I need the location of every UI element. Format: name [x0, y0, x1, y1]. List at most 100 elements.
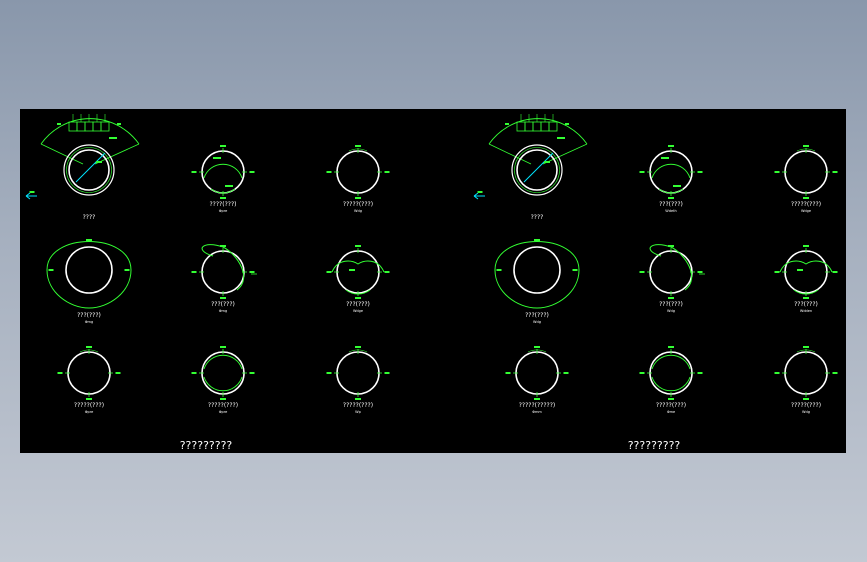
dimension-text-mark — [355, 245, 361, 247]
dimension-text-mark — [639, 271, 645, 273]
pipe-outer-circle — [63, 144, 115, 196]
detail-title: ???(???) — [659, 301, 683, 308]
pipe-circle — [784, 250, 828, 294]
detail-title: ?????(?????) — [519, 402, 556, 409]
fan-segment — [84, 121, 94, 132]
detail-subtitle: Φpre — [219, 410, 228, 414]
detail-cell: ???(???)Wdge — [326, 245, 390, 313]
dimension-text-mark — [86, 346, 92, 348]
detail-title: ?????(???) — [343, 402, 373, 409]
dimension-text-mark — [349, 269, 355, 271]
detail-cell: ?????(???)Wdg — [326, 145, 390, 213]
detail-cell: ?????(???)Wdge — [774, 145, 838, 213]
dimension-text-mark — [832, 372, 838, 374]
dimension-text-mark — [797, 269, 803, 271]
detail-cell: ?????(???)Φme — [639, 346, 703, 414]
dimension-text-mark — [109, 137, 117, 139]
dimension-text-mark — [57, 123, 61, 125]
detail-subtitle: Φpre — [219, 209, 228, 213]
dimension-text-mark — [496, 269, 502, 271]
detail-cell: ???? — [473, 114, 588, 221]
dimension-text-mark — [565, 123, 569, 125]
pipe-circle — [67, 351, 111, 395]
detail-subtitle: Wdg — [667, 309, 675, 313]
dimension-text-mark — [355, 145, 361, 147]
detail-subtitle: Φmg — [219, 309, 227, 313]
dimension-text-mark — [668, 145, 674, 147]
dimension-text-mark — [661, 157, 669, 159]
dimension-text-mark — [697, 271, 703, 273]
dimension-text-mark — [57, 372, 63, 374]
fan-segment — [68, 121, 78, 132]
detail-subtitle: Wdge — [353, 309, 363, 313]
detail-subtitle: Φpre — [85, 410, 94, 414]
detail-cell: ???? — [25, 114, 140, 221]
detail-subtitle: Φmm — [532, 410, 542, 414]
dimension-text-mark — [29, 191, 35, 193]
pipe-circle — [201, 150, 245, 194]
dimension-text-mark — [124, 269, 130, 271]
pipe-lining-circle — [514, 147, 560, 193]
egg-lining — [46, 241, 132, 309]
pipe-circle — [336, 250, 380, 294]
detail-subtitle: Wdden — [800, 309, 812, 313]
dimension-text-mark — [355, 398, 361, 400]
dimension-text-mark — [220, 346, 226, 348]
cad-drawing-svg: ????????(???)Φpre?????(???)Wdg???(???)Φm… — [25, 114, 838, 452]
detail-subtitle: Wdge — [801, 209, 811, 213]
saddle-outline — [779, 260, 833, 273]
fan-segment — [76, 121, 86, 132]
dimension-text-mark — [803, 245, 809, 247]
dimension-text-mark — [86, 239, 92, 241]
pipe-circle — [336, 150, 380, 194]
dimension-text-mark — [355, 346, 361, 348]
dimension-text-mark — [668, 346, 674, 348]
detail-cell: ???(???)Wdg — [494, 239, 580, 324]
detail-title: ???(???) — [211, 301, 235, 308]
dimension-text-mark — [673, 185, 681, 187]
fan-segment — [540, 121, 550, 132]
pipe-circle — [649, 150, 693, 194]
cad-drawing-canvas: ???? ????(???) Φpre ?????(???) Wdg ???(???) Φm… — [20, 109, 846, 453]
dimension-text-mark — [803, 145, 809, 147]
dimension-text-mark — [326, 271, 332, 273]
radius-leader — [75, 152, 106, 183]
dimension-text-mark — [96, 161, 102, 163]
dimension-text-mark — [832, 271, 838, 273]
detail-subtitle: Wdg — [802, 410, 810, 414]
detail-cell: ?????(???)Wp — [326, 346, 390, 414]
pipe-circle — [649, 351, 693, 395]
dimension-text-mark — [557, 137, 565, 139]
pipe-circle — [515, 351, 559, 395]
pipe-circle — [649, 250, 693, 294]
detail-title: ?????(???) — [343, 201, 373, 208]
pipe-circle — [784, 351, 828, 395]
dimension-text-mark — [774, 171, 780, 173]
dimension-text-mark — [355, 197, 361, 199]
dimension-text-mark — [220, 297, 226, 299]
dimension-text-mark — [639, 171, 645, 173]
radius-leader — [523, 152, 554, 183]
dimension-text-mark — [220, 197, 226, 199]
dimension-text-mark — [544, 161, 550, 163]
dimension-text-mark — [668, 398, 674, 400]
fan-segment — [548, 121, 558, 132]
dimension-text-mark — [384, 372, 390, 374]
dimension-text-mark — [832, 171, 838, 173]
detail-title: ?????(???) — [791, 201, 821, 208]
dimension-text-mark — [505, 123, 509, 125]
pipe-circle — [201, 250, 245, 294]
detail-title: ???? — [83, 214, 96, 221]
dimension-text-mark — [191, 171, 197, 173]
detail-title: ???(???) — [77, 312, 101, 319]
detail-subtitle: Wdeth — [665, 209, 676, 213]
dimension-text-mark — [803, 297, 809, 299]
dimension-text-mark — [774, 372, 780, 374]
detail-cell: ?????(?????)Φmm — [505, 346, 569, 414]
pipe-lining-circle — [66, 147, 112, 193]
dimension-text-mark — [225, 185, 233, 187]
sheet-footer-title: ????????? — [628, 439, 681, 452]
pipe-circle — [201, 351, 245, 395]
dimension-text-mark — [384, 171, 390, 173]
pipe-circle — [513, 246, 561, 294]
